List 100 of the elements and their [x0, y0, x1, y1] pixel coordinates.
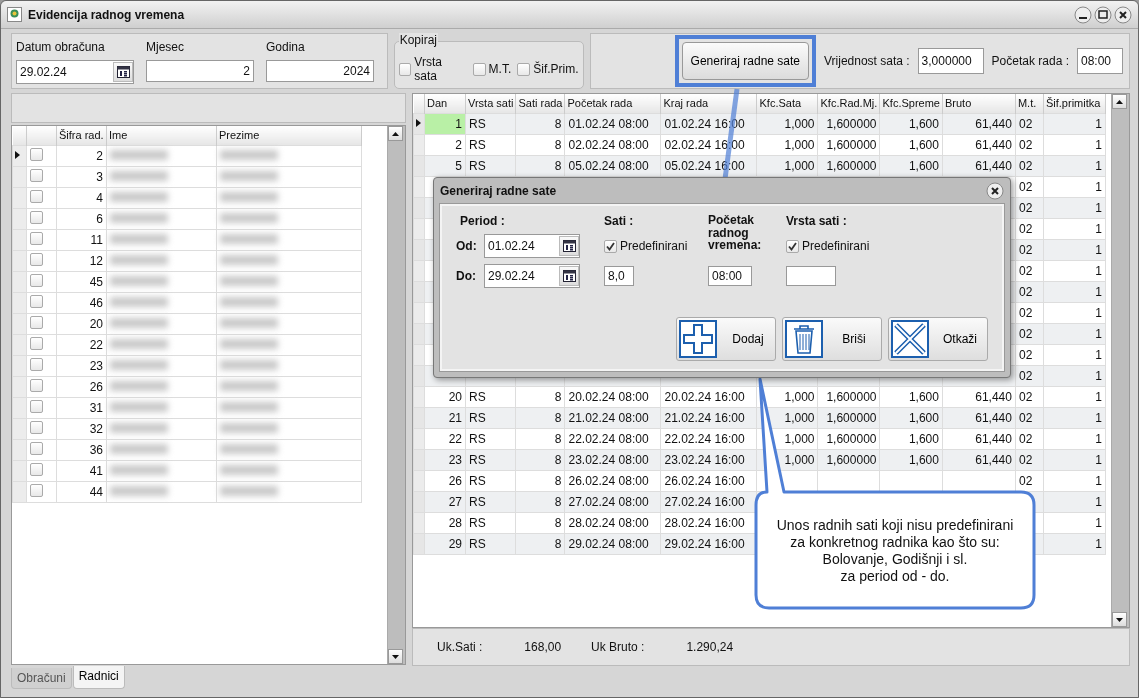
field-label: Vrijednost sata : [824, 54, 910, 68]
field-label: Vrsta sati : [786, 214, 848, 228]
column-header[interactable]: Bruto [942, 94, 1016, 113]
close-icon[interactable] [1114, 5, 1132, 24]
scroll-up-button[interactable] [1112, 94, 1127, 109]
date-field[interactable]: 29.02.24 [16, 60, 134, 84]
table-cell: 1,600 [880, 113, 943, 134]
checkbox[interactable] [517, 62, 531, 76]
tab[interactable]: Obračuni [11, 668, 72, 689]
scroll-down-button[interactable] [1112, 612, 1127, 627]
redacted-text [220, 296, 278, 307]
table-cell: 61,440 [942, 386, 1016, 407]
checkbox[interactable] [786, 239, 799, 253]
table-cell: 12 [56, 250, 107, 271]
window-title: Evidencija radnog vremena [28, 7, 186, 22]
number-field[interactable]: 2 [146, 60, 254, 82]
checkbox[interactable] [604, 239, 617, 253]
scrollbar[interactable] [387, 126, 405, 664]
checkbox[interactable] [398, 62, 412, 76]
table-cell: 4 [56, 187, 107, 208]
checkbox[interactable] [30, 378, 43, 392]
minimize-icon[interactable] [1074, 5, 1092, 24]
checkbox[interactable] [30, 336, 43, 350]
table-cell: 02 [1015, 113, 1044, 134]
table-cell: 11 [56, 229, 107, 250]
column-header[interactable]: Prezime [216, 126, 362, 145]
table-cell: 44 [56, 481, 107, 502]
close-icon[interactable] [986, 182, 1004, 200]
table-cell: 8 [515, 428, 565, 449]
checkbox[interactable] [30, 399, 43, 413]
table-cell: 2 [424, 134, 466, 155]
table-cell: 2 [56, 145, 107, 166]
table-cell: 20.02.24 16:00 [661, 386, 757, 407]
date-field[interactable]: 29.02.24 [484, 264, 580, 288]
scroll-down-button[interactable] [388, 649, 403, 664]
hour-value-field[interactable]: 3,000000 [917, 48, 984, 74]
redacted-text [110, 485, 168, 496]
checkbox[interactable] [30, 252, 43, 266]
redacted-text [220, 254, 278, 265]
field-label: Godina [266, 40, 306, 54]
field-label: Početak rada : [991, 54, 1069, 68]
checkbox[interactable] [30, 147, 43, 161]
date-field[interactable]: 01.02.24 [484, 234, 580, 258]
checkbox[interactable] [30, 357, 43, 371]
checkbox[interactable] [30, 231, 43, 245]
column-header[interactable]: M.t. [1015, 94, 1044, 113]
column-header[interactable]: Kfc.Spreme [880, 94, 943, 113]
dialog-button[interactable]: Briši [782, 317, 882, 361]
maximize-icon[interactable] [1094, 5, 1112, 24]
up-arrow-icon [392, 131, 399, 136]
generate-button[interactable]: Generiraj radne sate [681, 42, 809, 80]
checkbox[interactable] [30, 168, 43, 182]
redacted-text [110, 317, 168, 328]
column-header[interactable]: Vrsta sati [465, 94, 516, 113]
column-header[interactable]: Šif.primitka [1043, 94, 1106, 113]
number-field[interactable]: 2024 [266, 60, 374, 82]
dialog-button[interactable]: Dodaj [676, 317, 776, 361]
checkbox[interactable] [30, 420, 43, 434]
column-header[interactable]: Ime [106, 126, 217, 145]
calendar-button[interactable] [559, 236, 579, 256]
table-cell: 1,600 [880, 134, 943, 155]
column-header[interactable]: Dan [424, 94, 466, 113]
table-cell: RS [465, 113, 516, 134]
scroll-up-button[interactable] [388, 126, 403, 141]
table-cell: 1,000 [757, 134, 818, 155]
calendar-button[interactable] [559, 266, 579, 286]
start-time-field[interactable]: 08:00 [1077, 48, 1123, 74]
checkbox[interactable] [30, 315, 43, 329]
column-header[interactable]: Kfc.Sata [757, 94, 818, 113]
tab[interactable]: Radnici [72, 666, 125, 689]
checkbox-label: Predefinirani [620, 239, 688, 253]
table-cell: 02 [1015, 218, 1044, 239]
column-header[interactable]: Šifra rad. [56, 126, 107, 145]
hour-type-field[interactable] [786, 266, 836, 286]
calendar-button[interactable] [113, 62, 133, 82]
trash-icon [785, 320, 823, 358]
checkbox[interactable] [30, 273, 43, 287]
redacted-text [220, 233, 278, 244]
table-cell: 1,600000 [818, 386, 880, 407]
column-header[interactable]: Početak rada [565, 94, 661, 113]
hours-field[interactable]: 8,0 [604, 266, 634, 286]
checkbox[interactable] [30, 483, 43, 497]
checkbox[interactable] [472, 62, 486, 76]
checkbox[interactable] [30, 189, 43, 203]
start-time-field[interactable]: 08:00 [708, 266, 752, 286]
column-header[interactable]: Sati rada [515, 94, 565, 113]
redacted-text [220, 338, 278, 349]
redacted-text [220, 212, 278, 223]
checkbox[interactable] [30, 441, 43, 455]
column-header[interactable]: Kraj rada [661, 94, 757, 113]
checkbox[interactable] [30, 210, 43, 224]
group-title: Kopiraj [398, 33, 438, 47]
scrollbar[interactable] [1111, 94, 1129, 627]
dialog-button[interactable]: Otkaži [888, 317, 988, 361]
table-cell: 1,600000 [818, 113, 880, 134]
column-header[interactable]: Kfc.Rad.Mj. [818, 94, 880, 113]
checkbox[interactable] [30, 462, 43, 476]
checkbox[interactable] [30, 294, 43, 308]
table-cell: 46 [56, 292, 107, 313]
table-cell: 45 [56, 271, 107, 292]
